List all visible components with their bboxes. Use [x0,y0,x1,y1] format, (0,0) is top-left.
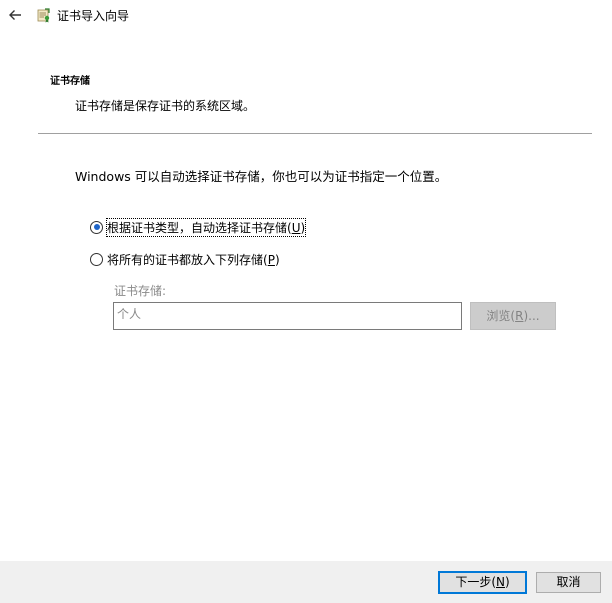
browse-button[interactable]: 浏览(R)... [470,302,556,330]
title-bar: 证书导入向导 [0,0,612,32]
next-button[interactable]: 下一步(N) [438,571,527,594]
arrow-left-icon[interactable] [6,6,24,24]
certificate-wizard-icon [37,8,50,23]
cancel-button[interactable]: 取消 [536,572,601,593]
intro-text: Windows 可以自动选择证书存储，你也可以为证书指定一个位置。 [75,169,448,184]
section-title: 证书存储 [50,76,90,87]
radio-auto-label: 根据证书类型，自动选择证书存储(U) [105,217,307,237]
store-input[interactable]: 个人 [113,302,462,330]
window-title: 证书导入向导 [57,9,130,23]
radio-button-unselected[interactable] [90,252,103,266]
radio-place-label: 将所有的证书都放入下列存储(P) [107,252,280,267]
radio-auto-select-store[interactable]: 根据证书类型，自动选择证书存储(U) [90,217,307,237]
section-description: 证书存储是保存证书的系统区域。 [75,99,256,113]
store-field-label: 证书存储: [114,284,167,298]
radio-button-selected[interactable] [90,220,103,234]
radio-place-all-in-store[interactable]: 将所有的证书都放入下列存储(P) [90,251,280,267]
divider [38,133,592,134]
